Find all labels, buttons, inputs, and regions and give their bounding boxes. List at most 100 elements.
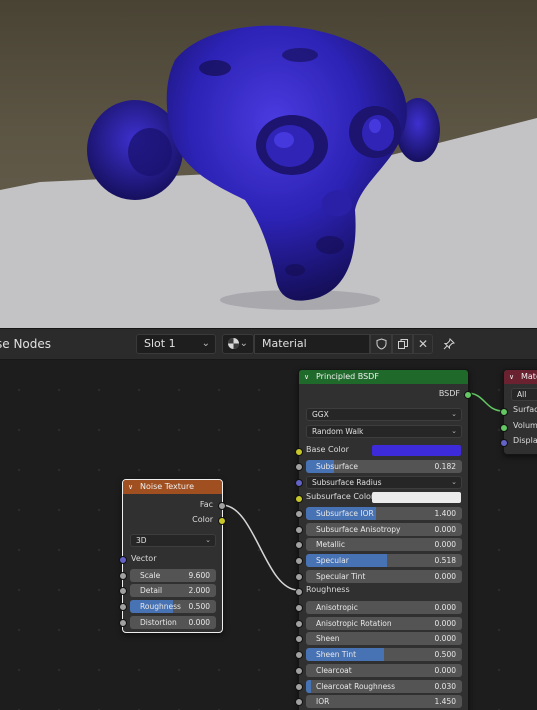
scale-value: 9.600	[188, 571, 210, 580]
bsdf-output-socket[interactable]	[464, 391, 472, 399]
subsurface-anisotropy-field[interactable]: Subsurface Anisotropy 0.000	[306, 522, 462, 536]
material-name-field[interactable]: Material	[254, 334, 370, 354]
roughness-label: Roughness	[306, 585, 350, 594]
subsurface-color-swatch[interactable]	[372, 492, 461, 503]
anisotropic-rotation-socket[interactable]	[295, 619, 303, 628]
surface-input-socket[interactable]	[500, 408, 508, 416]
collapse-arrow-icon[interactable]: ∨	[304, 370, 309, 384]
close-icon: ✕	[417, 337, 429, 351]
sheen-socket[interactable]	[295, 635, 303, 644]
displacement-input-socket[interactable]	[500, 439, 508, 447]
base-color-socket[interactable]	[295, 448, 303, 456]
subsurface-value: 0.182	[434, 462, 456, 471]
detail-input-socket[interactable]	[119, 587, 127, 595]
output-node-header[interactable]: ∨ Mate	[504, 370, 537, 384]
subsurface-ior-label: Subsurface IOR	[316, 509, 374, 518]
clearcoat-label: Clearcoat	[316, 665, 352, 675]
subsurface-method-value: Random Walk	[312, 427, 364, 436]
subsurface-radius-select[interactable]: Subsurface Radius ⌄	[306, 476, 462, 489]
scale-input-socket[interactable]	[119, 572, 127, 580]
noise-roughness-field[interactable]: Roughness 0.500	[130, 600, 216, 613]
material-output-node[interactable]: ∨ Mate All Surface Volume Displac	[500, 369, 537, 455]
detail-field[interactable]: Detail 2.000	[130, 584, 216, 597]
subsurface-ior-value: 1.400	[434, 509, 456, 518]
shield-icon	[376, 338, 386, 350]
roughness-input-socket[interactable]	[119, 603, 127, 611]
metallic-socket[interactable]	[295, 541, 303, 550]
scale-label: Scale	[140, 571, 161, 580]
anisotropic-field[interactable]: Anisotropic 0.000	[306, 601, 462, 614]
subsurface-radius-label: Subsurface Radius	[312, 478, 382, 487]
clearcoat-field[interactable]: Clearcoat 0.000	[306, 663, 462, 677]
distribution-select[interactable]: GGX ⌄	[306, 408, 462, 421]
collapse-arrow-icon[interactable]: ∨	[128, 480, 133, 494]
output-target-select[interactable]: All	[511, 388, 537, 401]
distortion-input-socket[interactable]	[119, 619, 127, 627]
render-viewport[interactable]	[0, 0, 537, 328]
color-output-socket[interactable]	[218, 517, 226, 525]
chevron-down-icon: ⌄	[451, 478, 457, 486]
collapse-arrow-icon[interactable]: ∨	[509, 370, 514, 384]
material-browse-button[interactable]: ⌄	[222, 334, 254, 354]
anisotropic-socket[interactable]	[295, 604, 303, 612]
metallic-field[interactable]: Metallic 0.000	[306, 538, 462, 552]
specular-field[interactable]: Specular 0.518	[306, 554, 462, 568]
specular-tint-socket[interactable]	[295, 572, 303, 581]
chevron-down-icon: ⌄	[205, 536, 211, 544]
clearcoat-socket[interactable]	[295, 666, 303, 675]
noise-roughness-label: Roughness	[140, 602, 181, 611]
sheen-tint-field[interactable]: Sheen Tint 0.500	[306, 648, 462, 662]
sheen-value: 0.000	[434, 634, 456, 644]
ior-socket[interactable]	[295, 698, 303, 707]
fake-user-button[interactable]	[370, 334, 392, 354]
distortion-field[interactable]: Distortion 0.000	[130, 616, 216, 629]
fac-output-socket[interactable]	[218, 502, 226, 510]
subsurface-anisotropy-value: 0.000	[434, 524, 456, 534]
dimensions-select[interactable]: 3D ⌄	[130, 534, 216, 547]
vector-label: Vector	[131, 554, 157, 563]
principled-bsdf-node[interactable]: ∨ Principled BSDF BSDF GGX ⌄ Random Walk…	[295, 369, 472, 710]
roughness-input-socket[interactable]	[295, 588, 303, 596]
subsurface-radius-socket[interactable]	[295, 479, 303, 487]
sheen-field[interactable]: Sheen 0.000	[306, 632, 462, 646]
surface-input-label: Surface	[513, 405, 537, 414]
base-color-swatch[interactable]	[372, 445, 461, 456]
clearcoat-roughness-label: Clearcoat Roughness	[316, 681, 395, 691]
detail-value: 2.000	[188, 586, 210, 595]
ior-field[interactable]: IOR 1.450	[306, 695, 462, 709]
volume-input-socket[interactable]	[500, 424, 508, 432]
noise-node-header[interactable]: ∨ Noise Texture	[123, 480, 222, 494]
subsurface-method-select[interactable]: Random Walk ⌄	[306, 425, 462, 438]
slot-dropdown[interactable]: Slot 1 ⌄	[136, 334, 216, 354]
subsurface-color-socket[interactable]	[295, 495, 303, 503]
subsurface-anisotropy-socket[interactable]	[295, 525, 303, 534]
duplicate-material-button[interactable]	[392, 334, 413, 354]
node-canvas[interactable]: ∨ Noise Texture Fac Color 3D ⌄ Vector Sc…	[0, 360, 537, 710]
bsdf-output-label: BSDF	[438, 389, 460, 398]
pin-button[interactable]	[439, 334, 459, 354]
sheen-label: Sheen	[316, 634, 340, 644]
detail-label: Detail	[140, 586, 163, 595]
volume-input-label: Volume	[513, 421, 537, 430]
anisotropic-rotation-field[interactable]: Anisotropic Rotation 0.000	[306, 616, 462, 630]
link-noise-to-roughness	[221, 504, 299, 591]
clearcoat-roughness-field[interactable]: Clearcoat Roughness 0.030	[306, 679, 462, 693]
ior-label: IOR	[316, 697, 330, 707]
unlink-material-button[interactable]: ✕	[413, 334, 433, 354]
subsurface-field[interactable]: Subsurface 0.182	[306, 460, 462, 473]
sheen-tint-label: Sheen Tint	[316, 650, 357, 660]
noise-texture-node[interactable]: ∨ Noise Texture Fac Color 3D ⌄ Vector Sc…	[119, 479, 226, 633]
specular-socket[interactable]	[295, 557, 303, 566]
subsurface-socket[interactable]	[295, 463, 303, 471]
anisotropic-value: 0.000	[434, 603, 456, 612]
scale-field[interactable]: Scale 9.600	[130, 569, 216, 582]
sheen-tint-socket[interactable]	[295, 651, 303, 660]
subsurface-ior-socket[interactable]	[295, 510, 303, 518]
clearcoat-roughness-socket[interactable]	[295, 682, 303, 691]
subsurface-ior-field[interactable]: Subsurface IOR 1.400	[306, 507, 462, 520]
specular-tint-field[interactable]: Specular Tint 0.000	[306, 569, 462, 583]
pin-icon	[443, 338, 455, 350]
bsdf-node-header[interactable]: ∨ Principled BSDF	[299, 370, 468, 384]
bsdf-node-title: Principled BSDF	[316, 372, 379, 381]
vector-input-socket[interactable]	[119, 556, 127, 564]
